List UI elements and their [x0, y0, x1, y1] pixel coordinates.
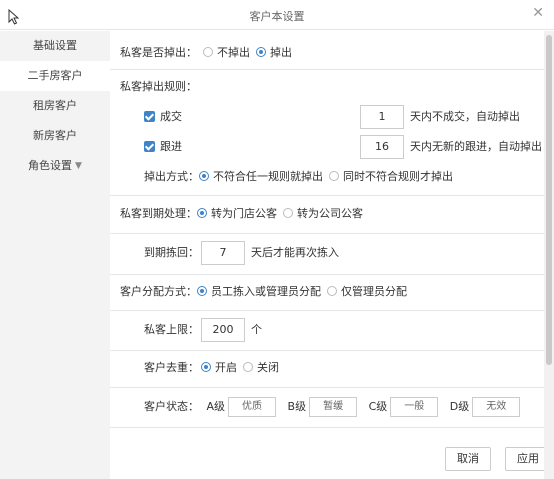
- sidebar-item-label: 新房客户: [33, 129, 77, 142]
- radio-label: 不掉出: [217, 46, 250, 59]
- divider: [110, 233, 544, 234]
- drop-label: 私客是否掉出：: [120, 46, 197, 59]
- grade-b-input[interactable]: 暂缓: [309, 397, 358, 417]
- sidebar-item-basic-settings[interactable]: 基础设置: [0, 31, 110, 61]
- grade-d-input[interactable]: 无效: [472, 397, 521, 417]
- drop-setting-row: 私客是否掉出： 不掉出 掉出: [120, 43, 292, 63]
- radio-dedup-off[interactable]: [243, 362, 253, 372]
- divider: [110, 350, 544, 351]
- radio-drop[interactable]: [256, 47, 266, 57]
- title-bar: 客户本设置 ✕: [0, 0, 554, 30]
- dedup-row: 客户去重： 开启 关闭: [144, 358, 279, 378]
- window-title: 客户本设置: [249, 10, 305, 23]
- radio-label: 员工拣入或管理员分配: [211, 285, 321, 298]
- deal-checkbox[interactable]: [144, 110, 155, 122]
- radio-label: 仅管理员分配: [341, 285, 407, 298]
- drop-mode-label: 掉出方式：: [144, 170, 199, 183]
- divider: [110, 387, 544, 388]
- dedup-label: 客户去重：: [144, 361, 199, 374]
- sidebar-item-rental-clients[interactable]: 租房客户: [0, 91, 110, 121]
- radio-label: 同时不符合规则才掉出: [343, 170, 453, 183]
- expire-setting-row: 私客到期处理： 转为门店公客 转为公司公客: [120, 204, 363, 224]
- radio-label: 掉出: [270, 46, 292, 59]
- settings-panel: 私客是否掉出： 不掉出 掉出 私客掉出规则： 成交 1 天内不成交，自动掉出 跟进 1…: [110, 31, 551, 479]
- radio-admin-only[interactable]: [327, 286, 337, 296]
- divider: [110, 427, 544, 428]
- grade-b-label: B级: [287, 400, 307, 413]
- radio-dedup-on[interactable]: [201, 362, 211, 372]
- follow-suffix: 天内无新的跟进，自动掉出: [410, 140, 542, 153]
- grade-d-label: D级: [449, 400, 470, 413]
- drop-mode-row: 掉出方式： 不符合任一规则就掉出 同时不符合规则才掉出: [144, 167, 453, 187]
- sidebar-item-new-house-clients[interactable]: 新房客户: [0, 121, 110, 151]
- limit-unit: 个: [251, 323, 262, 336]
- radio-store-public[interactable]: [197, 208, 207, 218]
- expire-label: 私客到期处理：: [120, 207, 197, 220]
- grade-a-label: A级: [206, 400, 226, 413]
- rule-follow-days-row: 16 天内无新的跟进，自动掉出: [360, 135, 542, 159]
- rule-deal-days-row: 1 天内不成交，自动掉出: [360, 105, 520, 129]
- sidebar-item-label: 角色设置: [28, 159, 73, 172]
- reclaim-label: 到期拣回：: [144, 246, 199, 259]
- close-icon[interactable]: ✕: [532, 5, 544, 21]
- sidebar-item-label: 二手房客户: [27, 69, 83, 82]
- reclaim-suffix: 天后才能再次拣入: [251, 246, 339, 259]
- sidebar-item-second-hand-clients[interactable]: 二手房客户: [0, 61, 110, 91]
- rules-heading: 私客掉出规则：: [120, 80, 197, 93]
- radio-company-public[interactable]: [283, 208, 293, 218]
- status-label: 客户状态：: [144, 400, 199, 413]
- divider: [110, 195, 544, 196]
- divider: [110, 310, 544, 311]
- follow-days-input[interactable]: 16: [360, 135, 404, 159]
- sidebar: 基础设置 二手房客户 租房客户 新房客户 角色设置 ▼: [0, 31, 110, 479]
- assign-label: 客户分配方式：: [120, 285, 197, 298]
- divider: [110, 69, 544, 70]
- radio-label: 转为公司公客: [297, 207, 363, 220]
- cancel-button[interactable]: 取消: [445, 447, 491, 471]
- deal-suffix: 天内不成交，自动掉出: [410, 110, 520, 123]
- client-status-row: 客户状态： A级 优质 B级 暂缓 C级 一般 D级 无效: [144, 396, 521, 418]
- grade-a-input[interactable]: 优质: [228, 397, 277, 417]
- radio-label: 不符合任一规则就掉出: [213, 170, 323, 183]
- rule-follow-checkbox-row[interactable]: 跟进: [144, 137, 182, 157]
- caret-down-icon: ▼: [75, 161, 82, 171]
- radio-label: 开启: [215, 361, 237, 374]
- limit-row: 私客上限： 200 个: [144, 318, 262, 342]
- grade-c-input[interactable]: 一般: [390, 397, 439, 417]
- limit-label: 私客上限：: [144, 323, 199, 336]
- radio-any-rule[interactable]: [199, 171, 209, 181]
- assign-setting-row: 客户分配方式： 员工拣入或管理员分配 仅管理员分配: [120, 282, 407, 302]
- reclaim-row: 到期拣回： 7 天后才能再次拣入: [144, 241, 339, 265]
- radio-label: 关闭: [257, 361, 279, 374]
- radio-employee-or-admin[interactable]: [197, 286, 207, 296]
- radio-label: 转为门店公客: [211, 207, 277, 220]
- follow-label: 跟进: [160, 140, 182, 153]
- sidebar-item-role-settings[interactable]: 角色设置 ▼: [0, 151, 110, 181]
- deal-days-input[interactable]: 1: [360, 105, 404, 129]
- reclaim-days-input[interactable]: 7: [201, 241, 245, 265]
- rule-deal-checkbox-row[interactable]: 成交: [144, 107, 182, 127]
- deal-label: 成交: [160, 110, 182, 123]
- grade-c-label: C级: [368, 400, 388, 413]
- sidebar-item-label: 租房客户: [33, 99, 77, 112]
- follow-checkbox[interactable]: [144, 140, 155, 152]
- scrollbar-thumb[interactable]: [546, 35, 552, 365]
- vertical-scrollbar[interactable]: [544, 31, 554, 479]
- divider: [110, 274, 544, 275]
- radio-no-drop[interactable]: [203, 47, 213, 57]
- radio-all-rules[interactable]: [329, 171, 339, 181]
- limit-input[interactable]: 200: [201, 318, 245, 342]
- sidebar-item-label: 基础设置: [33, 39, 77, 52]
